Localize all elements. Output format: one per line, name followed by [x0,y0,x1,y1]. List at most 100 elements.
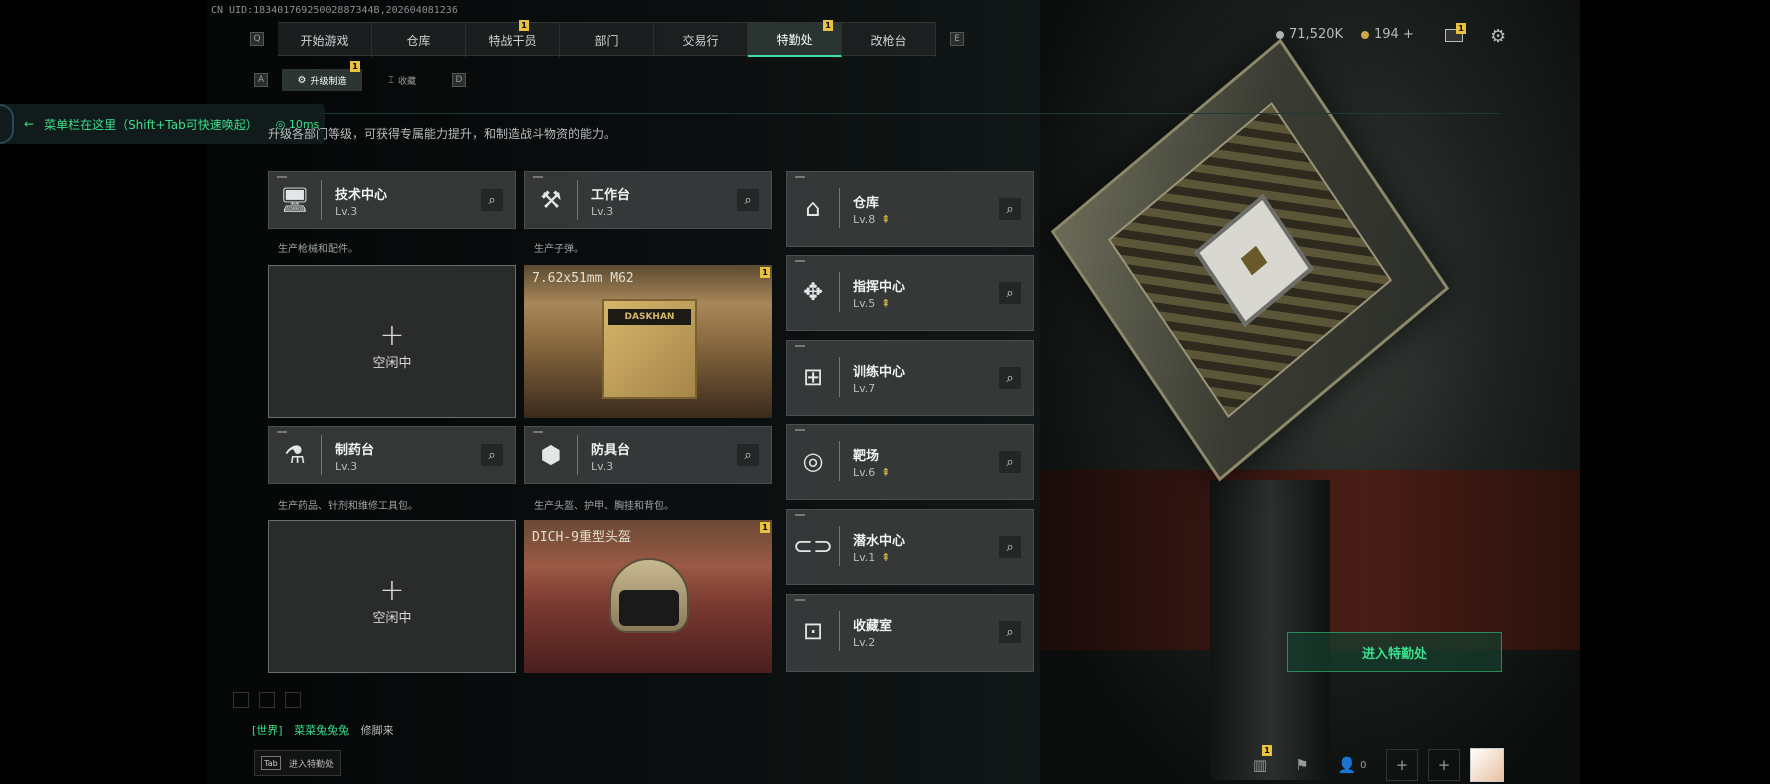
facility-card-warehouse[interactable]: ⌂ 仓库 Lv.8 ⇞ ⌕ [786,171,1034,247]
facility-name: 训练中心 [853,365,906,380]
level-text: Lv.3 [335,460,358,473]
scene-pillar [1210,480,1330,780]
menu-handle[interactable] [0,104,14,144]
friends-count: 0 [1360,759,1367,771]
dumbbell-icon: ⊞ [802,363,824,391]
chat-toggle-square[interactable] [259,692,275,708]
flag-icon[interactable]: ⚑ [1286,749,1318,781]
plus-icon: + [379,318,405,353]
facility-name: 靶场 [853,449,880,464]
production-item-name: DICH-9重型头盔 [532,530,631,545]
facility-card-collection-room[interactable]: ⊡ 收藏室 Lv.2 ⌕ [786,594,1034,672]
facility-level: Lv.8 ⇞ [853,213,891,226]
workshop-desc: 生产头盔、护甲、胸挂和背包。 [534,501,674,512]
chat-toggle-square[interactable] [285,692,301,708]
subtab-label: 升级制造 [310,76,347,87]
tab-departments[interactable]: 部门 [560,23,654,57]
search-icon[interactable]: ⌕ [999,536,1021,558]
subtab-next-key[interactable]: D [452,73,466,87]
stats-icon[interactable]: ▥ 1 [1244,745,1276,781]
facility-level: Lv.1 ⇞ [853,551,891,564]
tab-special-ops[interactable]: 特勤处 1 [748,20,842,57]
workshop-level: Lv.3 [591,205,613,218]
subtab-prev-key[interactable]: A [254,73,268,87]
enter-special-ops-button[interactable]: 进入特勤处 [1287,632,1502,672]
card-dash [533,431,543,433]
card-dash [795,176,805,178]
tab-trading[interactable]: 交易行 [654,23,748,57]
card-dash [795,429,805,431]
search-icon[interactable]: ⌕ [737,189,759,211]
tab-label: 部门 [594,33,619,48]
chat-nickname[interactable]: 菜菜兔兔兔 [294,724,349,737]
facility-card-shooting-range[interactable]: ◎ 靶场 Lv.6 ⇞ ⌕ [786,424,1034,500]
tab-start-game[interactable]: 开始游戏 [278,23,372,57]
workbench-production-slot[interactable]: 7.62x51mm M62 1 DASKHAN [524,265,772,418]
slot-idle-text: 空闲中 [372,356,412,371]
tab-gunsmith[interactable]: 改枪台 [842,23,936,57]
tab-next-key[interactable]: E [950,32,964,46]
chat-message: 修脚来 [360,724,394,737]
craft-icon: ⚙ [297,74,307,86]
tab-badge: 1 [823,20,833,31]
search-icon[interactable]: ⌕ [999,282,1021,304]
menu-hint-text: 菜单栏在这里（Shift+Tab可快速唤起） [44,117,258,132]
tab-prev-key[interactable]: Q [250,32,264,46]
workshop-name: 防具台 [591,443,631,458]
search-icon[interactable]: ⌕ [481,444,503,466]
pharmacy-slot[interactable]: + 空闲中 [268,520,516,673]
workshop-desc: 生产子弹。 [534,244,584,255]
tech-center-slot[interactable]: + 空闲中 [268,265,516,418]
workshop-card-workbench[interactable]: ⚒ 工作台 Lv.3 ⌕ [524,171,772,229]
avatar[interactable] [1470,748,1504,782]
tab-operators[interactable]: 特战干员 1 [466,20,560,57]
level-text: Lv.6 [853,466,876,479]
search-icon[interactable]: ⌕ [999,621,1021,643]
card-separator [321,435,322,475]
tab-warehouse[interactable]: 仓库 [372,23,466,57]
workshop-card-pharmacy[interactable]: ⚗ 制药台 Lv.3 ⌕ [268,426,516,484]
silver-coin-icon [1276,30,1284,39]
stats-badge: 1 [1262,745,1272,756]
search-icon[interactable]: ⌕ [737,444,759,466]
tab-label: 特战干员 [488,33,537,48]
card-separator [839,272,840,312]
workshop-level: Lv.3 [591,460,613,473]
search-icon[interactable]: ⌕ [999,367,1021,389]
facility-card-training-center[interactable]: ⊞ 训练中心 Lv.7 ⌕ [786,340,1034,416]
tab-label: 开始游戏 [300,33,349,48]
search-icon[interactable]: ⌕ [999,198,1021,220]
chat-line[interactable]: [世界] 菜菜兔兔兔 修脚来 [252,722,394,738]
tab-shortcut-hint[interactable]: Tab 进入特勤处 [254,750,342,776]
card-dash [795,260,805,262]
search-icon[interactable]: ⌕ [999,451,1021,473]
page-description: 升级各部门等级，可获得专属能力提升，和制造战斗物资的能力。 [268,127,617,141]
upgrade-arrow-icon: ⇞ [881,297,891,310]
gold-amount[interactable]: 194 + [1374,27,1414,42]
collection-icon: ⌶ [387,74,394,86]
chat-toggle-square[interactable] [233,692,249,708]
workshop-card-armor-bench[interactable]: ⬢ 防具台 Lv.3 ⌕ [524,426,772,484]
subtab-collection[interactable]: ⌶ 收藏 [362,69,442,91]
armor-bench-production-slot[interactable]: DICH-9重型头盔 1 [524,520,772,673]
subtab-upgrade-craft[interactable]: ⚙ 升级制造 1 [282,61,362,91]
uid-watermark: CN UID:18340176925002887344B,20260408123… [211,5,458,16]
card-dash [277,176,287,178]
divider-line [260,113,1500,114]
facility-card-command-center[interactable]: ✥ 指挥中心 Lv.5 ⇞ ⌕ [786,255,1034,331]
diving-icon: ⊂⊃ [792,532,834,560]
friends-icon[interactable]: 👤 0 [1328,749,1376,781]
facility-level: Lv.2 [853,636,875,649]
arrow-left-icon: ← [24,117,35,131]
search-icon[interactable]: ⌕ [481,189,503,211]
workshop-card-tech-center[interactable]: 🖥 技术中心 Lv.3 ⌕ [268,171,516,229]
facility-name: 指挥中心 [853,280,906,295]
slot-idle-text: 空闲中 [372,611,412,626]
add-slot-button[interactable]: + [1386,749,1418,781]
tools-icon: ⚒ [540,186,562,214]
card-dash [795,599,805,601]
facility-card-diving-center[interactable]: ⊂⊃ 潜水中心 Lv.1 ⇞ ⌕ [786,509,1034,585]
add-slot-button[interactable]: + [1428,749,1460,781]
gear-icon[interactable]: ⚙ [1490,26,1506,47]
tab-badge: 1 [519,20,529,31]
